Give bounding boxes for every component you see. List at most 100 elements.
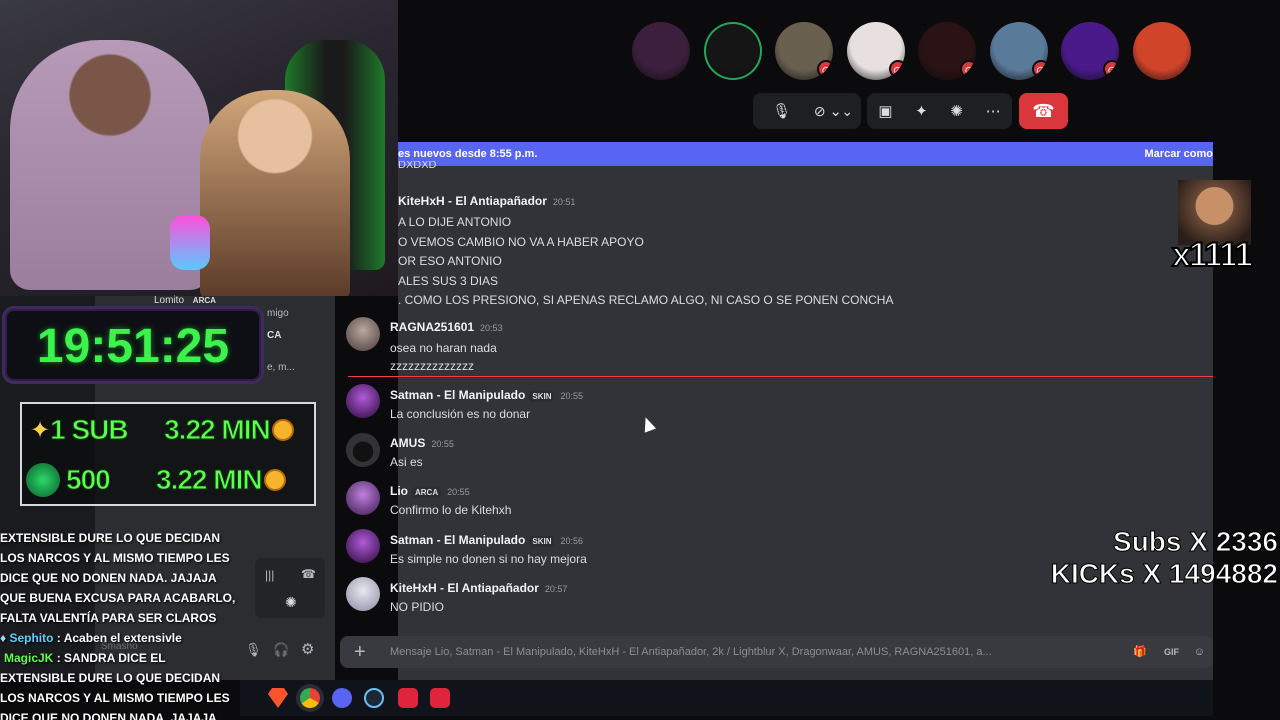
sidebar-snippet: CA: [267, 330, 282, 341]
participant-avatar[interactable]: ⊘: [775, 22, 833, 80]
subs-counter: Subs X 2336: [1113, 526, 1279, 558]
sidebar-snippet: migo: [267, 308, 289, 319]
brave-browser-icon[interactable]: [268, 688, 288, 708]
message-author[interactable]: KiteHxH - El Antiapañador: [390, 581, 539, 595]
chevron-down-icon[interactable]: ⌄: [841, 103, 853, 120]
taskbar: [240, 680, 1213, 716]
message-line: NO PIDIO: [390, 600, 445, 614]
muted-icon: ⊘: [1031, 60, 1048, 78]
webcam-feed: [0, 0, 398, 296]
avatar[interactable]: [346, 577, 380, 611]
app-icon[interactable]: [398, 688, 418, 708]
message-line: . COMO LOS PRESIONO, SI APENAS RECLAMO A…: [398, 293, 894, 307]
sticker-icon[interactable]: ☺: [1194, 636, 1205, 668]
message-line: O VEMOS CAMBIO NO VA A HABER APOYO: [398, 234, 644, 249]
subs-kicks-counter: Subs X 2336 KICKs X 1494882: [1040, 526, 1278, 590]
message-time: 20:57: [544, 584, 568, 594]
participant-avatar[interactable]: [703, 22, 762, 80]
message-author[interactable]: Satman - El Manipulado: [390, 388, 525, 402]
app-icon[interactable]: [430, 688, 450, 708]
activity-controls[interactable]: ▣ ✦ ✺ ⋯: [867, 93, 1012, 129]
voice-controls[interactable]: ||| ☎ ✺: [255, 558, 325, 618]
message-author[interactable]: RAGNA251601: [390, 320, 474, 334]
diamond-icon: ♦: [0, 631, 7, 645]
message-group: KiteHxH - El Antiapañador 20:51 A LO DIJE…: [398, 192, 1198, 311]
soundboard-icon[interactable]: ✺: [950, 102, 963, 120]
message-line: Asi es: [390, 455, 423, 469]
message-input[interactable]: Mensaje Lio, Satman - El Manipulado, Kit…: [390, 636, 1110, 668]
participant-avatar[interactable]: [632, 22, 690, 80]
more-options-icon[interactable]: ⋯: [986, 102, 1001, 120]
message-time: 20:55: [560, 391, 584, 401]
activities-icon[interactable]: ✦: [915, 102, 928, 120]
message-time: 20:53: [480, 323, 503, 333]
rgb-microphone: [170, 215, 210, 270]
message-author[interactable]: Satman - El Manipulado: [390, 533, 525, 547]
role-tag: SKIN: [529, 391, 555, 402]
soundboard-icon[interactable]: ✺: [285, 594, 297, 611]
phone-hangup-icon: ☎: [1032, 101, 1055, 121]
muted-icon: ⊘: [1103, 60, 1119, 78]
microphone-icon[interactable]: 🎙: [772, 102, 791, 120]
message-author[interactable]: AMUS: [390, 436, 425, 450]
participant-avatar[interactable]: ⊘: [989, 22, 1048, 80]
message-group: Lio ARCA 20:55 Confirmo lo de Kitehxh: [390, 482, 1190, 517]
microphone-icon[interactable]: 🎙: [245, 642, 262, 658]
new-messages-banner[interactable]: es nuevos desde 8:55 p.m. Marcar como: [398, 142, 1213, 166]
gift-icon[interactable]: 🎁: [1133, 636, 1147, 668]
screen-share-icon[interactable]: ▣: [878, 102, 892, 120]
muted-icon: ⊘: [960, 60, 976, 78]
lomito-label: Lomito ARCA: [120, 295, 216, 306]
muted-icon: ⊘: [888, 60, 905, 78]
message-group: AMUS 20:55 Asi es: [390, 434, 1190, 469]
stream-chat-overlay: EXTENSIBLE DURE LO QUE DECIDAN LOS NARCO…: [0, 528, 240, 720]
avatar[interactable]: [346, 433, 380, 467]
discord-icon[interactable]: [332, 688, 352, 708]
participant-avatar[interactable]: ⊘: [846, 22, 905, 80]
message-author[interactable]: Lio: [390, 484, 408, 498]
new-messages-divider: [348, 376, 1213, 377]
stream-timer: 19:51:25: [2, 306, 264, 384]
meme-counter: x1111: [1171, 235, 1254, 275]
participant-avatar[interactable]: [1132, 22, 1191, 80]
avatar[interactable]: [346, 529, 380, 563]
kicks-counter: KICKs X 1494882: [1050, 558, 1278, 590]
role-tag: ARCA: [192, 296, 216, 305]
message-time: 20:55: [431, 439, 454, 449]
chat-line: EXTENSIBLE DURE LO QUE DECIDAN LOS NARCO…: [0, 531, 236, 625]
audio-waveform-icon[interactable]: |||: [265, 568, 274, 582]
message-line: A LO DIJE ANTONIO: [398, 215, 512, 229]
avatar[interactable]: [346, 481, 380, 515]
avatar[interactable]: [346, 317, 380, 351]
role-tag: SKIN: [529, 536, 555, 547]
goal-left: 500: [66, 464, 112, 496]
participant-avatar[interactable]: ⊘: [918, 22, 976, 80]
goal-right: 3.22 MIN: [164, 414, 272, 446]
chat-line: ♦ Sephito : Acaben el extensivle: [0, 631, 182, 645]
avatar[interactable]: [346, 384, 380, 418]
message-time: 20:56: [560, 536, 584, 546]
message-time: 20:55: [447, 487, 470, 497]
clock-icon: [271, 419, 294, 441]
goal-row-kicks: 500 3.22 MIN: [22, 456, 314, 504]
participant-avatar[interactable]: ⊘: [1061, 22, 1119, 80]
camera-controls[interactable]: ⊘ ⌄: [806, 93, 861, 129]
chrome-icon[interactable]: [300, 688, 320, 708]
camera-off-icon[interactable]: ⊘: [814, 103, 826, 120]
headphones-icon[interactable]: 🎧: [273, 642, 289, 658]
settings-gear-icon[interactable]: ⚙: [301, 640, 314, 658]
goals-box: ✦ 1 SUB 3.22 MIN 500 3.22 MIN: [20, 402, 316, 506]
add-attachment-icon[interactable]: +: [354, 636, 366, 668]
message-author[interactable]: KiteHxH - El Antiapañador: [398, 194, 547, 208]
hangup-button[interactable]: ☎: [1019, 93, 1068, 129]
steam-icon[interactable]: [364, 688, 384, 708]
message-composer[interactable]: + Mensaje Lio, Satman - El Manipulado, K…: [340, 636, 1213, 668]
disconnect-icon[interactable]: ☎: [301, 567, 316, 581]
message-line: La conclusión es no donar: [390, 407, 531, 421]
gem-icon: [26, 463, 60, 497]
cut-off-message: DXDXD: [398, 161, 437, 171]
gif-icon[interactable]: GIF: [1164, 636, 1179, 668]
message-line: Confirmo lo de Kitehxh: [390, 503, 512, 517]
mark-read-button[interactable]: Marcar como: [1145, 142, 1213, 166]
message-line: OR ESO ANTONIO: [398, 254, 502, 268]
